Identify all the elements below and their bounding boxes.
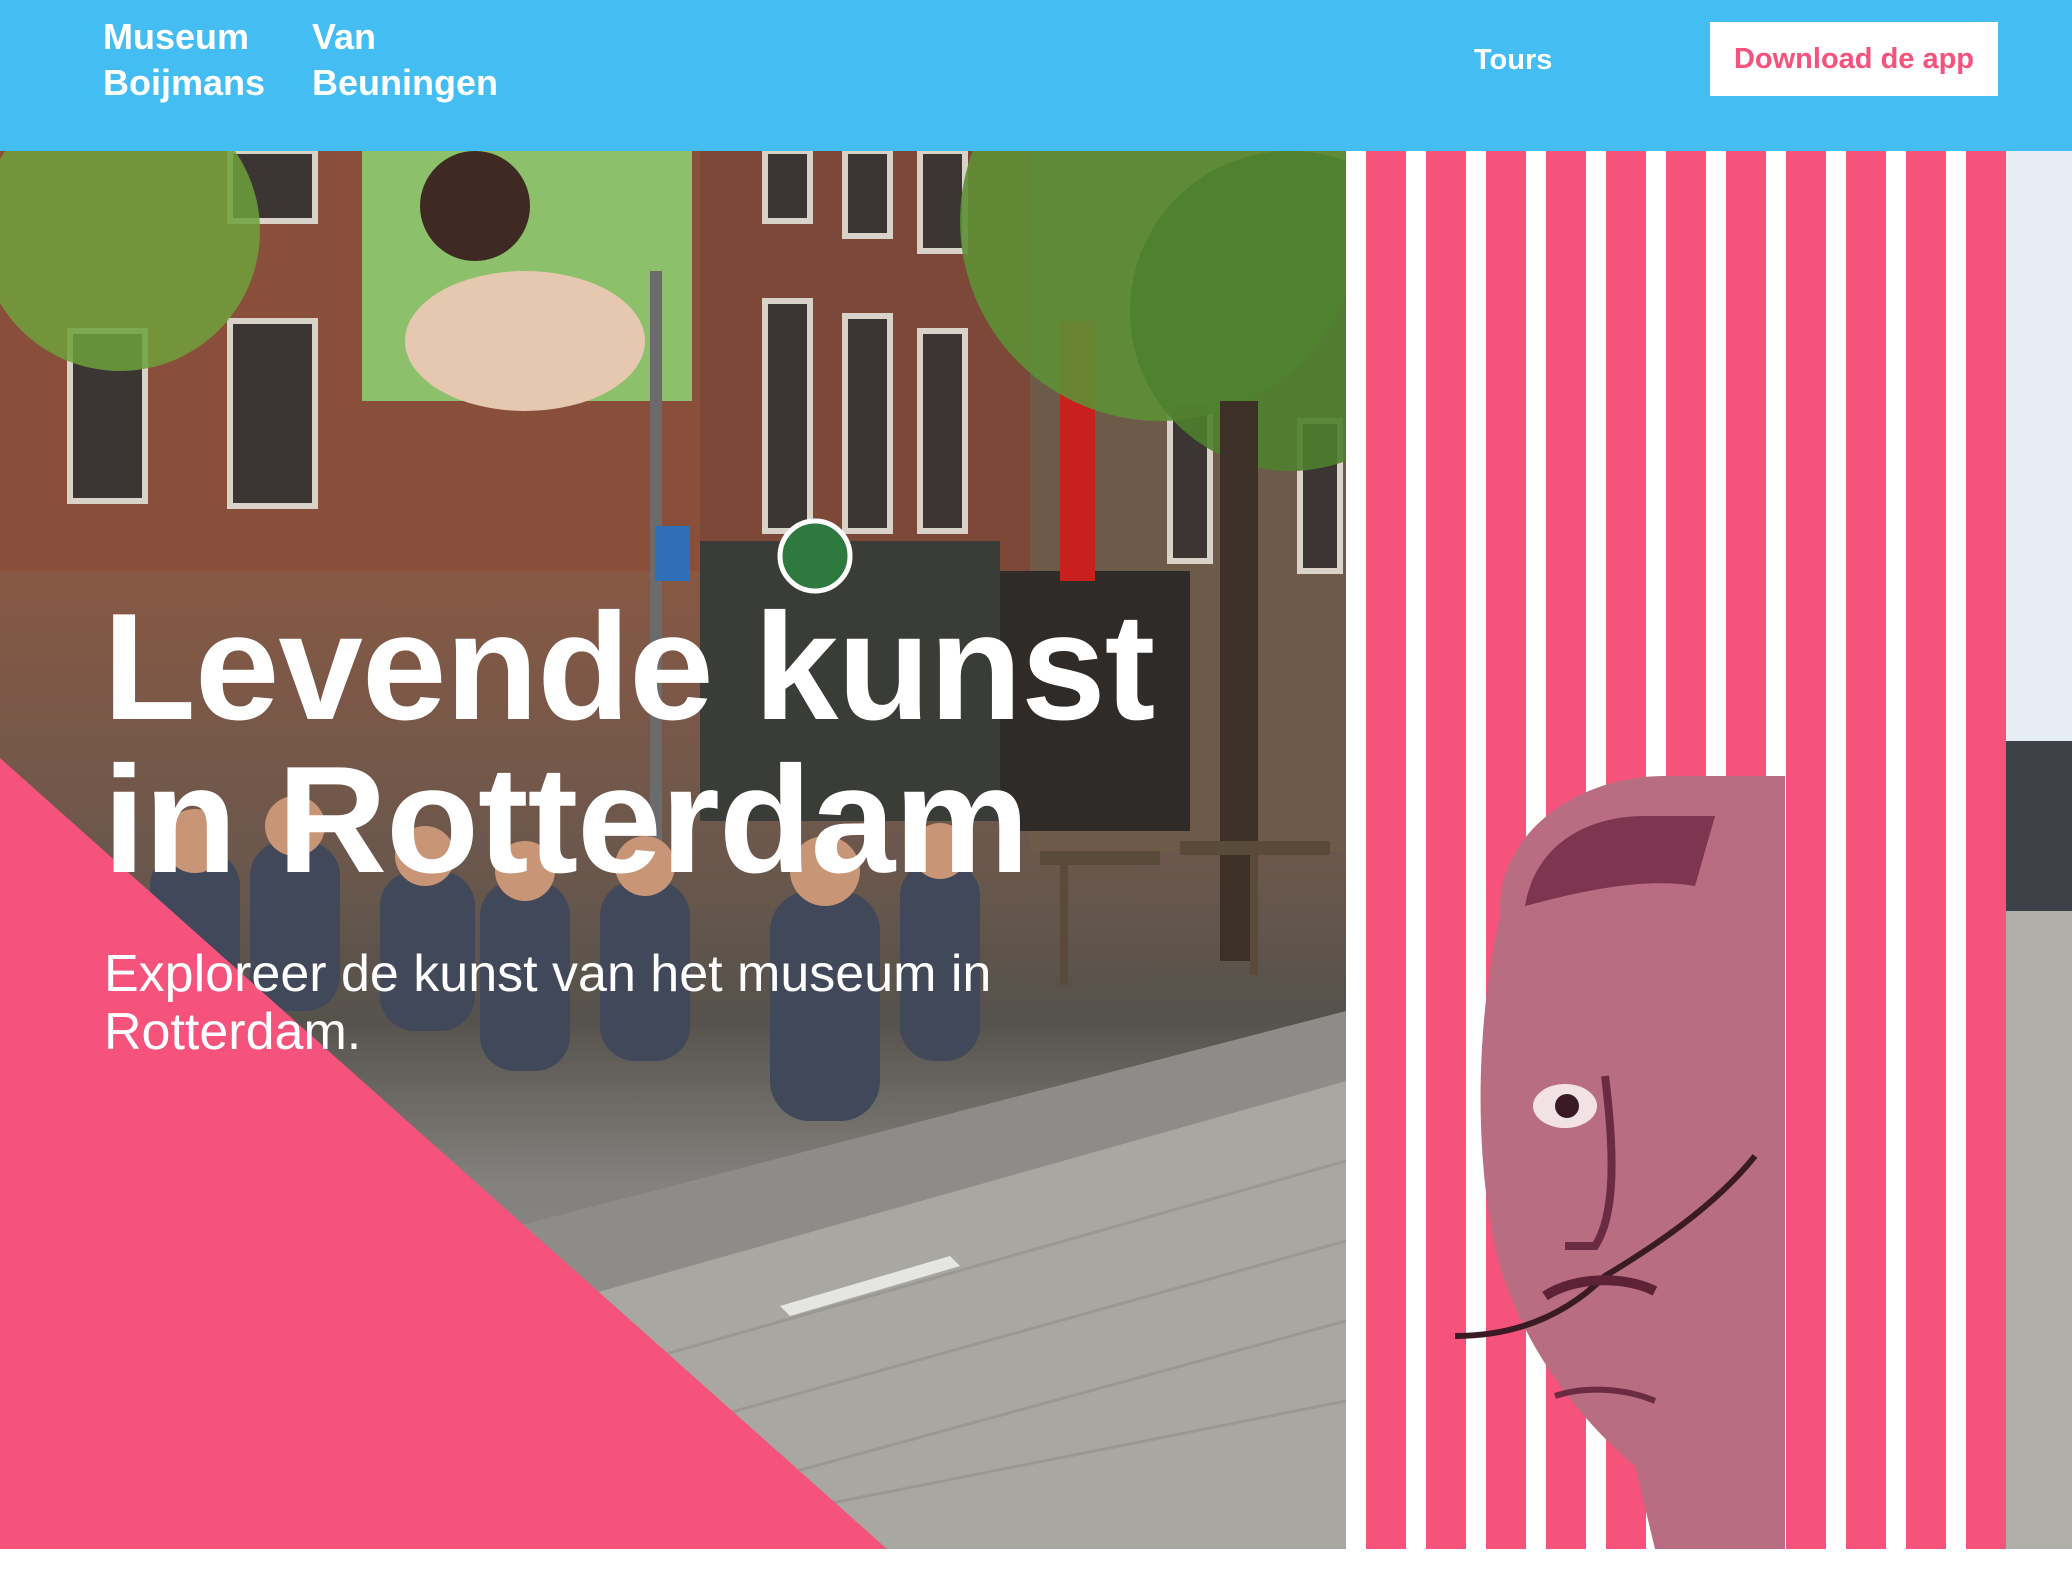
site-header: Museum Boijmans Van Beuningen Tours Down… — [0, 0, 2072, 151]
download-app-button[interactable]: Download de app — [1710, 22, 1998, 96]
dali-portrait-collage — [1454, 776, 1785, 1549]
museum-logo[interactable]: Museum Boijmans Van Beuningen — [103, 14, 523, 106]
logo-word-beuningen: Beuningen — [312, 62, 498, 103]
hero-section: Levende kunst in Rotterdam Exploreer de … — [0, 151, 2072, 1549]
logo-word-boijmans: Boijmans — [103, 62, 266, 103]
nav-link-tours[interactable]: Tours — [1474, 40, 1552, 80]
hero-title-line-1: Levende kunst — [103, 582, 1155, 752]
hero-subtitle: Exploreer de kunst van het museum in Rot… — [104, 945, 992, 1061]
logo-column-left: Museum Boijmans — [103, 14, 265, 106]
logo-column-right: Van Beuningen — [312, 14, 498, 106]
logo-word-museum: Museum — [103, 16, 250, 57]
hero-title-line-2: in Rotterdam — [103, 735, 1029, 905]
logo-word-van: Van — [312, 16, 377, 57]
hero-title: Levende kunst in Rotterdam — [103, 591, 1253, 897]
